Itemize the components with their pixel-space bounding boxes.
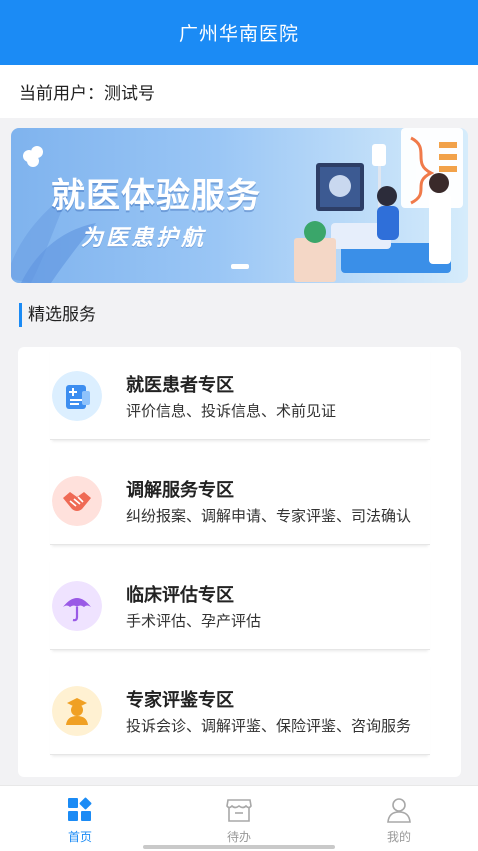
umbrella-icon — [52, 581, 102, 631]
home-grid-icon — [68, 797, 92, 821]
service-item-expert[interactable]: 专家评鉴专区 投诉会诊、调解评鉴、保险评鉴、咨询服务 — [50, 662, 430, 755]
service-item-mediation[interactable]: 调解服务专区 纠纷报案、调解申请、专家评鉴、司法确认 — [50, 452, 430, 545]
home-indicator — [143, 845, 335, 849]
tab-todo-label: 待办 — [226, 830, 251, 844]
banner-title: 就医体验服务 — [51, 176, 261, 216]
tab-home-label: 首页 — [67, 830, 92, 844]
person-icon — [387, 798, 411, 823]
services-card: 就医患者专区 评价信息、投诉信息、术前见证 调解服务专区 纠纷报案、调解申请、专… — [18, 347, 461, 777]
service-desc: 纠纷报案、调解申请、专家评鉴、司法确认 — [126, 507, 412, 525]
service-desc: 评价信息、投诉信息、术前见证 — [126, 402, 337, 420]
handshake-icon — [52, 476, 102, 526]
service-name: 专家评鉴专区 — [126, 690, 234, 711]
banner-subtitle: 为医患护航 — [81, 226, 207, 251]
service-name: 就医患者专区 — [126, 375, 234, 396]
service-item-clinical[interactable]: 临床评估专区 手术评估、孕产评估 — [50, 557, 430, 650]
expert-icon — [52, 686, 102, 736]
tab-mine-label: 我的 — [386, 830, 411, 844]
service-item-patient[interactable]: 就医患者专区 评价信息、投诉信息、术前见证 — [50, 347, 430, 440]
banner[interactable]: 就医体验服务 为医患护航 — [11, 128, 468, 283]
service-desc: 投诉会诊、调解评鉴、保险评鉴、咨询服务 — [126, 717, 412, 735]
page-title: 广州华南医院 — [178, 23, 299, 45]
app-header: 广州华南医院 — [0, 0, 478, 65]
service-name: 临床评估专区 — [126, 585, 234, 606]
patient-card-icon — [52, 371, 102, 421]
current-user-bar: 当前用户：测试号 — [0, 65, 478, 118]
section-title: 精选服务 — [19, 303, 96, 327]
tab-todo[interactable]: 待办 — [199, 786, 279, 846]
store-icon — [226, 799, 252, 822]
bottom-tab-bar: 首页 待办 我的 — [0, 785, 478, 851]
tab-mine[interactable]: 我的 — [359, 786, 439, 846]
current-user-label: 当前用户：测试号 — [19, 84, 155, 104]
tab-home[interactable]: 首页 — [40, 786, 120, 846]
service-name: 调解服务专区 — [126, 480, 234, 501]
service-desc: 手术评估、孕产评估 — [126, 612, 262, 630]
